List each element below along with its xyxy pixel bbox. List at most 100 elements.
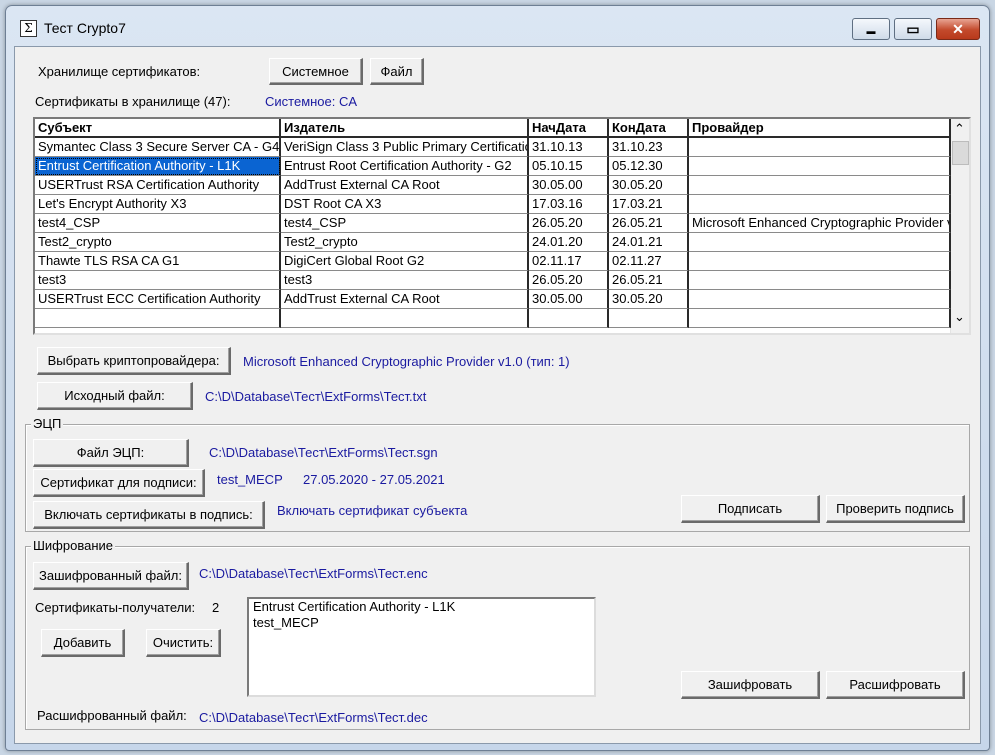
grid-cell[interactable]: 30.05.20 bbox=[609, 290, 689, 309]
provider-value: Microsoft Enhanced Cryptographic Provide… bbox=[243, 354, 570, 369]
grid-cell[interactable]: 31.10.13 bbox=[529, 138, 609, 157]
clear-recipients-button[interactable]: Очистить: bbox=[146, 629, 221, 657]
decrypted-file-value: C:\D\Database\Тест\ExtForms\Тест.dec bbox=[199, 710, 428, 725]
grid-cell[interactable]: 26.05.20 bbox=[529, 214, 609, 233]
grid-header-cell[interactable]: Издатель bbox=[281, 119, 529, 138]
grid-cell[interactable] bbox=[689, 233, 951, 252]
add-recipient-button[interactable]: Добавить bbox=[41, 629, 125, 657]
scroll-thumb[interactable] bbox=[952, 141, 969, 165]
encrypted-file-value: C:\D\Database\Тест\ExtForms\Тест.enc bbox=[199, 566, 428, 581]
minimize-icon: ▬ bbox=[866, 26, 876, 36]
select-provider-button[interactable]: Выбрать криптопровайдера: bbox=[37, 347, 231, 375]
close-icon: ✕ bbox=[952, 21, 964, 37]
form-client-area: Хранилище сертификатов: Системное Файл С… bbox=[14, 46, 981, 744]
maximize-button[interactable]: ▭ bbox=[894, 18, 932, 40]
store-label: Хранилище сертификатов: bbox=[38, 64, 201, 79]
decrypt-button[interactable]: Расшифровать bbox=[826, 671, 965, 699]
grid-cell[interactable]: 24.01.21 bbox=[609, 233, 689, 252]
grid-cell[interactable] bbox=[609, 309, 689, 328]
grid-cell[interactable]: 05.12.30 bbox=[609, 157, 689, 176]
grid-cell[interactable] bbox=[689, 290, 951, 309]
grid-cell[interactable] bbox=[689, 157, 951, 176]
scroll-down-icon[interactable]: ⌄ bbox=[954, 309, 965, 325]
encryption-group-label: Шифрование bbox=[31, 538, 115, 553]
grid-cell[interactable]: 26.05.21 bbox=[609, 271, 689, 290]
close-button[interactable]: ✕ bbox=[936, 18, 980, 40]
grid-header-cell[interactable]: КонДата bbox=[609, 119, 689, 138]
grid-cell[interactable]: 30.05.20 bbox=[609, 176, 689, 195]
grid-cell[interactable]: USERTrust RSA Certification Authority bbox=[35, 176, 281, 195]
source-file-button[interactable]: Исходный файл: bbox=[37, 382, 193, 410]
recipient-item[interactable]: Entrust Certification Authority - L1K bbox=[249, 599, 594, 615]
grid-cell[interactable]: AddTrust External CA Root bbox=[281, 176, 529, 195]
grid-cell[interactable] bbox=[689, 309, 951, 328]
grid-cell[interactable]: 31.10.23 bbox=[609, 138, 689, 157]
grid-cell[interactable]: 30.05.00 bbox=[529, 290, 609, 309]
grid-cell[interactable]: 17.03.21 bbox=[609, 195, 689, 214]
decrypted-file-label: Расшифрованный файл: bbox=[37, 708, 187, 723]
signing-cert-name: test_MECP bbox=[217, 472, 283, 487]
certificates-grid[interactable]: ⌃ ⌄ Субъект Издатель НачДата КонДата Провайд… bbox=[33, 117, 971, 335]
grid-cell[interactable]: 17.03.16 bbox=[529, 195, 609, 214]
grid-cell[interactable]: 02.11.27 bbox=[609, 252, 689, 271]
maximize-icon: ▭ bbox=[906, 21, 920, 37]
window-title: Тест Crypto7 bbox=[44, 20, 126, 36]
grid-cell[interactable] bbox=[281, 309, 529, 328]
grid-cell[interactable] bbox=[689, 195, 951, 214]
grid-cell[interactable]: test4_CSP bbox=[281, 214, 529, 233]
sign-button[interactable]: Подписать bbox=[681, 495, 820, 523]
grid-header-cell[interactable]: НачДата bbox=[529, 119, 609, 138]
recipients-count: 2 bbox=[212, 600, 220, 615]
system-store-button[interactable]: Системное bbox=[269, 58, 363, 85]
grid-cell[interactable]: USERTrust ECC Certification Authority bbox=[35, 290, 281, 309]
grid-cell[interactable]: test3 bbox=[281, 271, 529, 290]
grid-cell[interactable]: 30.05.00 bbox=[529, 176, 609, 195]
grid-cell[interactable]: 24.01.20 bbox=[529, 233, 609, 252]
grid-cell[interactable] bbox=[35, 309, 281, 328]
recipient-item[interactable]: test_MECP bbox=[249, 615, 594, 631]
signing-cert-dates: 27.05.2020 - 27.05.2021 bbox=[303, 472, 445, 487]
app-icon: Σ bbox=[20, 20, 37, 37]
grid-cell[interactable]: Test2_crypto bbox=[281, 233, 529, 252]
encrypted-file-button[interactable]: Зашифрованный файл: bbox=[33, 562, 189, 590]
grid-cell[interactable] bbox=[689, 176, 951, 195]
grid-cell[interactable]: Test2_crypto bbox=[35, 233, 281, 252]
grid-header-cell[interactable]: Провайдер bbox=[689, 119, 951, 138]
include-certs-button[interactable]: Включать сертификаты в подпись: bbox=[33, 501, 265, 529]
grid-cell[interactable]: Entrust Root Certification Authority - G… bbox=[281, 157, 529, 176]
grid-cell[interactable]: Thawte TLS RSA CA G1 bbox=[35, 252, 281, 271]
grid-cell[interactable] bbox=[529, 309, 609, 328]
grid-cell[interactable]: Let's Encrypt Authority X3 bbox=[35, 195, 281, 214]
app-window: Σ Тест Crypto7 ▬ ▭ ✕ Хранилище сертифика… bbox=[5, 5, 990, 751]
grid-vertical-scrollbar[interactable]: ⌃ ⌄ bbox=[950, 119, 969, 333]
grid-cell[interactable]: 26.05.20 bbox=[529, 271, 609, 290]
grid-cell[interactable] bbox=[689, 138, 951, 157]
grid-cell[interactable]: Microsoft Enhanced Cryptographic Provide… bbox=[689, 214, 951, 233]
minimize-button[interactable]: ▬ bbox=[852, 18, 890, 40]
grid-cell[interactable]: Symantec Class 3 Secure Server CA - G4 bbox=[35, 138, 281, 157]
scroll-up-icon[interactable]: ⌃ bbox=[954, 121, 965, 137]
grid-cell[interactable]: 26.05.21 bbox=[609, 214, 689, 233]
grid-cell[interactable]: Entrust Certification Authority - L1K bbox=[35, 157, 281, 176]
encrypt-button[interactable]: Зашифровать bbox=[681, 671, 820, 699]
grid-cell[interactable]: 05.10.15 bbox=[529, 157, 609, 176]
recipients-list[interactable]: Entrust Certification Authority - L1K tes… bbox=[247, 597, 596, 697]
grid-cell[interactable]: VeriSign Class 3 Public Primary Certific… bbox=[281, 138, 529, 157]
grid-header-cell[interactable]: Субъект bbox=[35, 119, 281, 138]
signing-cert-button[interactable]: Сертификат для подписи: bbox=[33, 469, 205, 497]
title-bar[interactable]: Σ Тест Crypto7 ▬ ▭ ✕ bbox=[6, 6, 989, 46]
grid-cell[interactable] bbox=[689, 252, 951, 271]
grid-cell[interactable]: test3 bbox=[35, 271, 281, 290]
verify-signature-button[interactable]: Проверить подпись bbox=[826, 495, 965, 523]
signature-file-button[interactable]: Файл ЭЦП: bbox=[33, 439, 189, 467]
grid-cell[interactable]: DST Root CA X3 bbox=[281, 195, 529, 214]
recipients-label: Сертификаты-получатели: bbox=[35, 600, 196, 615]
grid-cell[interactable]: DigiCert Global Root G2 bbox=[281, 252, 529, 271]
grid-cell[interactable]: 02.11.17 bbox=[529, 252, 609, 271]
grid-cell[interactable] bbox=[689, 271, 951, 290]
file-store-button[interactable]: Файл bbox=[370, 58, 424, 85]
store-count-label: Сертификаты в хранилище (47): bbox=[35, 94, 231, 109]
grid-cell[interactable]: AddTrust External CA Root bbox=[281, 290, 529, 309]
current-store-value: Системное: CA bbox=[265, 94, 358, 109]
grid-cell[interactable]: test4_CSP bbox=[35, 214, 281, 233]
